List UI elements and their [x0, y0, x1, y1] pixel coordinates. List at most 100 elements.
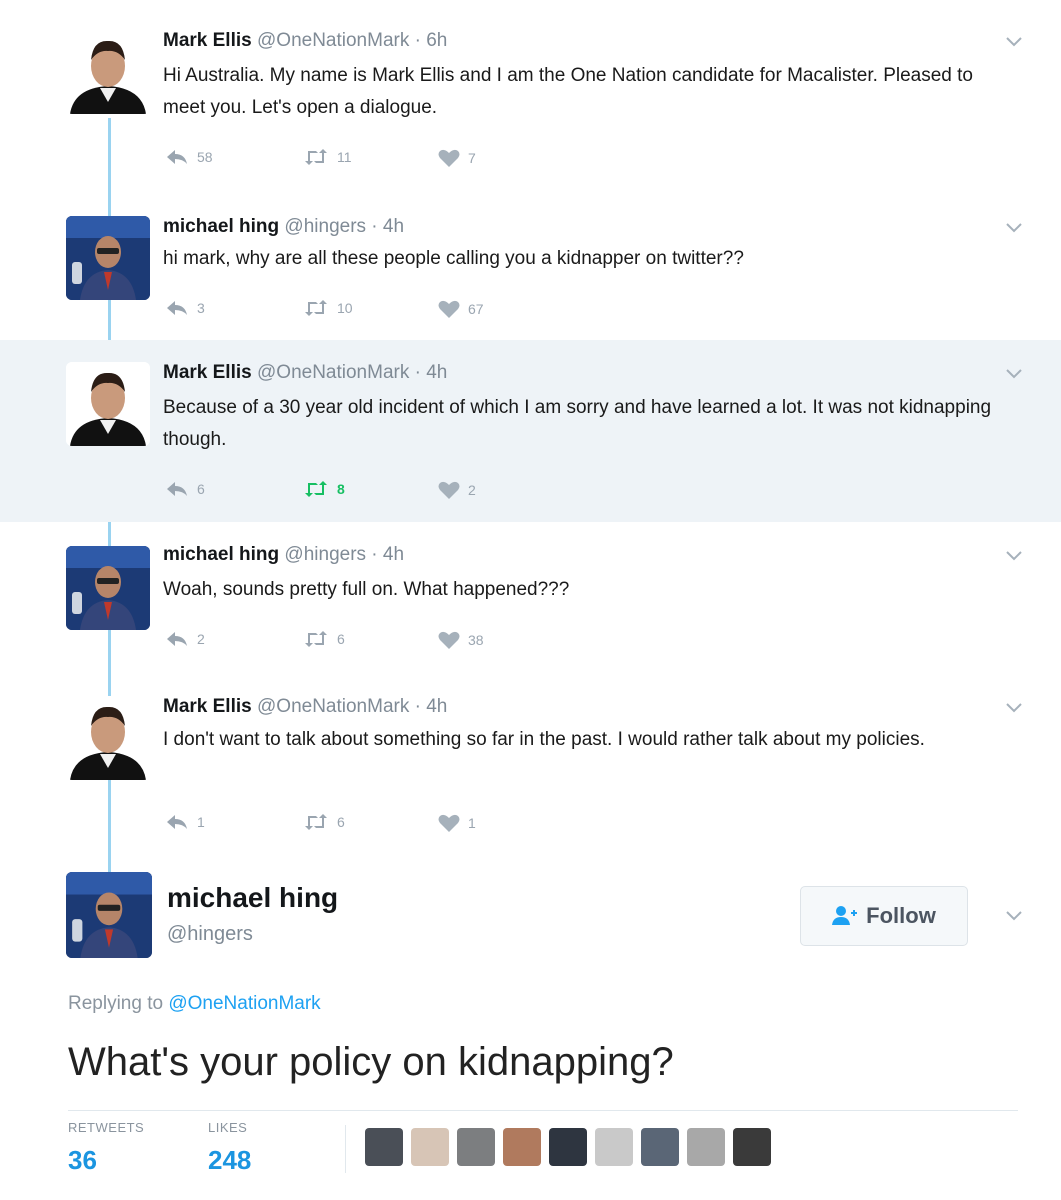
- retweet-count: 8: [337, 481, 345, 497]
- tweet-text: Woah, sounds pretty full on. What happen…: [163, 579, 570, 600]
- follow-button[interactable]: Follow: [800, 886, 968, 946]
- reply-button[interactable]: 58: [165, 148, 213, 166]
- reply-count: 2: [197, 631, 205, 647]
- author-handle[interactable]: @OneNationMark: [257, 30, 409, 51]
- like-count: 7: [468, 150, 476, 166]
- reply-button[interactable]: 2: [165, 630, 205, 648]
- heart-icon: [438, 631, 460, 649]
- avatar[interactable]: [66, 30, 150, 114]
- chevron-down-icon[interactable]: [1005, 702, 1023, 714]
- like-button[interactable]: 1: [438, 813, 476, 833]
- retweet-button[interactable]: 6: [303, 813, 345, 831]
- retweet-icon: [305, 149, 327, 165]
- liker-avatar[interactable]: [503, 1128, 541, 1166]
- reply-count: 58: [197, 149, 213, 165]
- chevron-down-icon[interactable]: [1005, 550, 1023, 562]
- author-name[interactable]: michael hing: [163, 216, 279, 237]
- liker-avatar[interactable]: [595, 1128, 633, 1166]
- retweet-icon: [305, 481, 327, 497]
- follow-label: Follow: [866, 903, 936, 928]
- timestamp[interactable]: 4h: [426, 362, 447, 383]
- avatar[interactable]: [66, 546, 150, 630]
- tweet[interactable]: Mark Ellis @OneNationMark · 4h Because o…: [0, 340, 1061, 522]
- like-count: 38: [468, 632, 484, 648]
- liker-avatar[interactable]: [549, 1128, 587, 1166]
- chevron-down-icon[interactable]: [1005, 36, 1023, 48]
- liker-avatars: [365, 1128, 771, 1166]
- author-name[interactable]: Mark Ellis: [163, 696, 252, 717]
- timestamp[interactable]: 6h: [426, 30, 447, 51]
- like-count: 1: [468, 815, 476, 831]
- like-button[interactable]: 7: [438, 148, 476, 168]
- reply-button[interactable]: 1: [165, 813, 205, 831]
- retweet-count: 6: [337, 631, 345, 647]
- focused-author-handle[interactable]: @hingers: [167, 923, 253, 946]
- timestamp[interactable]: 4h: [383, 216, 404, 237]
- retweet-button[interactable]: 10: [303, 299, 353, 317]
- retweets-count: 36: [68, 1145, 97, 1175]
- retweet-icon: [305, 631, 327, 647]
- retweet-button[interactable]: 11: [303, 148, 352, 166]
- author-handle[interactable]: @hingers: [284, 216, 366, 237]
- tweet[interactable]: Mark Ellis @OneNationMark · 6h Hi Austra…: [0, 0, 1061, 200]
- reply-count: 1: [197, 814, 205, 830]
- heart-icon: [438, 149, 460, 167]
- like-button[interactable]: 67: [438, 299, 484, 319]
- tweet-text: Because of a 30 year old incident of whi…: [163, 397, 992, 450]
- divider: [68, 1110, 1018, 1111]
- author-name[interactable]: Mark Ellis: [163, 362, 252, 383]
- chevron-down-icon[interactable]: [1005, 222, 1023, 234]
- liker-avatar[interactable]: [457, 1128, 495, 1166]
- avatar[interactable]: [66, 216, 150, 300]
- replying-mention-link[interactable]: @OneNationMark: [168, 993, 320, 1014]
- retweets-label: RETWEETS: [68, 1120, 145, 1135]
- like-count: 2: [468, 482, 476, 498]
- retweets-stat[interactable]: RETWEETS 36: [68, 1120, 144, 1176]
- liker-avatar[interactable]: [687, 1128, 725, 1166]
- focused-tweet-text: What's your policy on kidnapping?: [68, 1040, 674, 1084]
- tweet[interactable]: michael hing @hingers · 4h Woah, sounds …: [0, 522, 1061, 680]
- author-handle[interactable]: @hingers: [284, 544, 366, 565]
- reply-button[interactable]: 3: [165, 299, 205, 317]
- like-button[interactable]: 38: [438, 630, 484, 650]
- likes-count: 248: [208, 1145, 252, 1175]
- avatar[interactable]: [66, 362, 150, 446]
- author-handle[interactable]: @OneNationMark: [257, 696, 409, 717]
- replying-to: Replying to @OneNationMark: [68, 993, 321, 1015]
- author-name[interactable]: michael hing: [163, 544, 279, 565]
- liker-avatar[interactable]: [411, 1128, 449, 1166]
- author-handle[interactable]: @OneNationMark: [257, 362, 409, 383]
- focused-avatar[interactable]: [66, 872, 152, 958]
- liker-avatar[interactable]: [733, 1128, 771, 1166]
- reply-icon: [167, 632, 187, 646]
- reply-icon: [167, 815, 187, 829]
- likes-stat[interactable]: LIKES 248: [208, 1120, 251, 1176]
- tweet[interactable]: Mark Ellis @OneNationMark · 4h I don't w…: [0, 680, 1061, 860]
- timestamp[interactable]: 4h: [383, 544, 404, 565]
- retweet-count: 10: [337, 300, 353, 316]
- tweet-text: I don't want to talk about something so …: [163, 729, 925, 750]
- retweet-button[interactable]: 6: [303, 630, 345, 648]
- reply-icon: [167, 150, 187, 164]
- liker-avatar[interactable]: [365, 1128, 403, 1166]
- like-button[interactable]: 2: [438, 480, 476, 500]
- stats-separator: [345, 1125, 346, 1173]
- timestamp[interactable]: 4h: [426, 696, 447, 717]
- tweet-text: hi mark, why are all these people callin…: [163, 248, 744, 269]
- avatar[interactable]: [66, 696, 150, 780]
- chevron-down-icon[interactable]: [1005, 910, 1023, 922]
- author-name[interactable]: Mark Ellis: [163, 30, 252, 51]
- heart-icon: [438, 481, 460, 499]
- like-count: 67: [468, 301, 484, 317]
- retweet-button[interactable]: 8: [303, 480, 345, 498]
- tweet[interactable]: michael hing @hingers · 4h hi mark, why …: [0, 200, 1061, 340]
- heart-icon: [438, 300, 460, 318]
- heart-icon: [438, 814, 460, 832]
- focused-author-name[interactable]: michael hing: [167, 882, 338, 914]
- tweet-text: Hi Australia. My name is Mark Ellis and …: [163, 65, 973, 118]
- liker-avatar[interactable]: [641, 1128, 679, 1166]
- reply-count: 3: [197, 300, 205, 316]
- chevron-down-icon[interactable]: [1005, 368, 1023, 380]
- reply-button[interactable]: 6: [165, 480, 205, 498]
- retweet-icon: [305, 814, 327, 830]
